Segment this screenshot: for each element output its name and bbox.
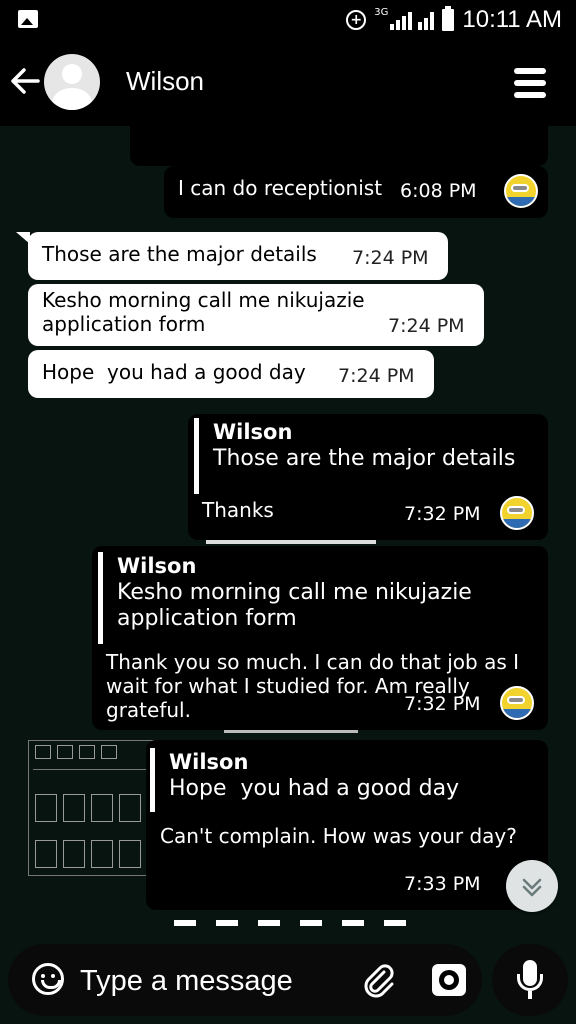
message-text: Can't complain. How was your day?	[160, 824, 517, 848]
partial-image	[206, 540, 376, 544]
emoji-icon[interactable]	[32, 963, 64, 995]
microphone-button[interactable]	[492, 944, 568, 1016]
message-text: Those are the major details	[42, 242, 317, 266]
quoted-message[interactable]: Wilson Those are the major details	[194, 418, 533, 494]
message-time: 6:08 PM	[400, 180, 477, 202]
quoted-text: Hope you had a good day	[169, 776, 460, 801]
quoted-sender: Wilson	[213, 420, 293, 444]
message-bubble-outgoing[interactable]: Wilson Kesho morning call me nikujazie a…	[92, 546, 548, 730]
minion-sticker-icon	[500, 686, 534, 720]
minion-sticker-icon	[504, 174, 538, 208]
contact-name[interactable]: Wilson	[126, 66, 204, 97]
message-bubble-outgoing[interactable]: Wilson Those are the major details Thank…	[188, 414, 548, 540]
attach-icon[interactable]	[360, 962, 396, 998]
message-time: 7:24 PM	[388, 315, 465, 337]
message-time: 7:24 PM	[338, 365, 415, 387]
partial-sticker	[174, 916, 414, 934]
message-text: Kesho morning call me nikujazie applicat…	[42, 288, 365, 336]
avatar[interactable]	[44, 54, 100, 110]
data-saver-icon: +	[346, 10, 367, 30]
message-composer	[8, 944, 482, 1016]
bubble-tail	[16, 232, 30, 244]
quoted-message[interactable]: Wilson Hope you had a good day	[150, 748, 539, 812]
network-type: 3G	[374, 6, 389, 18]
message-bubble-incoming[interactable]: Hope you had a good day 7:24 PM	[28, 350, 434, 398]
quoted-sender: Wilson	[169, 750, 249, 774]
quoted-sender: Wilson	[117, 554, 197, 578]
message-bubble-outgoing[interactable]: Wilson Hope you had a good day Can't com…	[146, 740, 548, 910]
message-time: 7:32 PM	[404, 693, 481, 715]
building-sticker-image[interactable]	[28, 740, 154, 876]
back-arrow-icon[interactable]	[8, 64, 42, 98]
message-bubble-outgoing[interactable]: I can do receptionist 6:08 PM	[164, 166, 548, 218]
quoted-text: Those are the major details	[213, 446, 516, 471]
minion-sticker-icon	[500, 496, 534, 530]
message-input[interactable]	[78, 958, 352, 1004]
partial-message	[130, 126, 548, 166]
double-chevron-down-icon	[522, 878, 542, 897]
message-time: 7:24 PM	[352, 247, 429, 269]
gallery-icon	[18, 10, 38, 28]
clock: 10:11 AM	[462, 6, 562, 33]
quoted-text: Kesho morning call me nikujazie applicat…	[117, 580, 472, 631]
battery-icon	[442, 6, 455, 31]
message-text: Hope you had a good day	[42, 360, 306, 384]
message-text: Thanks	[202, 498, 274, 522]
message-text: I can do receptionist	[178, 176, 383, 200]
message-bubble-incoming[interactable]: Those are the major details 7:24 PM	[28, 232, 448, 280]
status-bar: + 3G 10:11 AM	[0, 0, 576, 40]
partial-image	[224, 730, 358, 733]
camera-icon[interactable]	[432, 964, 466, 996]
scroll-to-bottom-button[interactable]	[506, 860, 558, 912]
message-list[interactable]: I can do receptionist 6:08 PM Those are …	[0, 126, 576, 944]
message-time: 7:32 PM	[404, 503, 481, 525]
menu-icon[interactable]	[514, 68, 546, 98]
chat-header: Wilson	[0, 40, 576, 126]
status-icons: + 3G 10:11 AM	[346, 4, 562, 36]
signal-icon	[390, 10, 435, 30]
message-time: 7:33 PM	[404, 873, 481, 895]
quoted-message[interactable]: Wilson Kesho morning call me nikujazie a…	[98, 552, 537, 644]
message-bubble-incoming[interactable]: Kesho morning call me nikujazie applicat…	[28, 284, 484, 346]
